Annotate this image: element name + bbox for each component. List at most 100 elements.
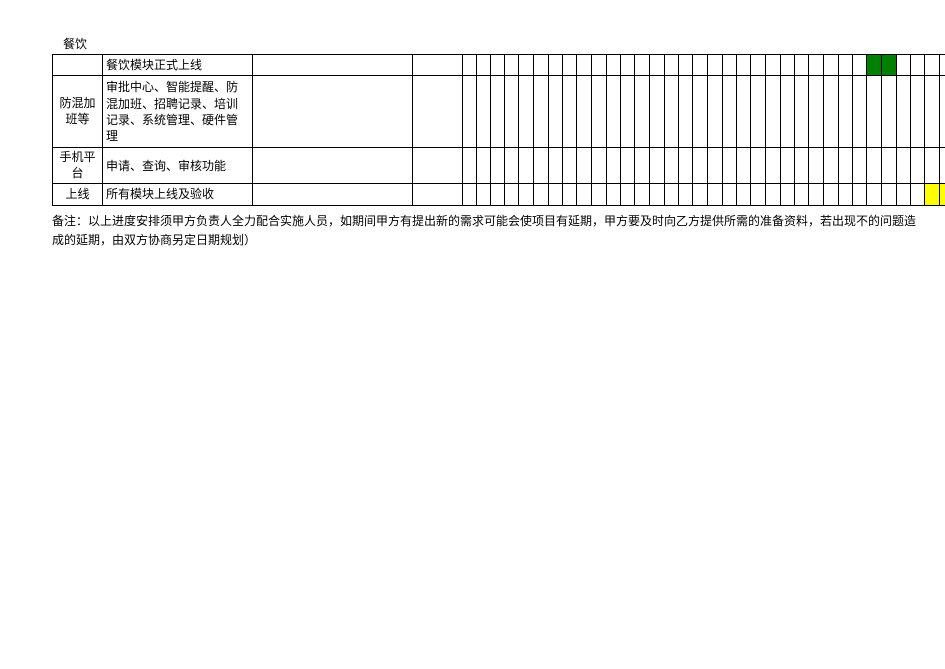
- gantt-cell: [867, 76, 882, 148]
- gantt-cell: [839, 148, 853, 184]
- gantt-table: 餐饮模块正式上线 防混加班等 审批中心、智能提醒、防混加班、招聘记录、培训记录、…: [52, 54, 945, 206]
- gantt-cell: [839, 184, 853, 205]
- gantt-cell: [897, 76, 911, 148]
- gantt-cell: [853, 184, 867, 205]
- gantt-cell: [809, 76, 824, 148]
- gantt-cell: [577, 148, 592, 184]
- gantt-cell: [635, 184, 650, 205]
- gantt-cell: [563, 148, 577, 184]
- cell-empty: [413, 184, 463, 205]
- gantt-cell: [708, 55, 723, 76]
- gantt-cell: [491, 184, 505, 205]
- gantt-cell: [607, 76, 621, 148]
- gantt-cell: [592, 76, 607, 148]
- gantt-cell: [534, 148, 549, 184]
- gantt-cell: [853, 55, 867, 76]
- gantt-cell: [563, 55, 577, 76]
- gantt-cell: [925, 148, 940, 184]
- gantt-cell: [925, 55, 940, 76]
- gantt-cell: [723, 148, 737, 184]
- table-row: 防混加班等 审批中心、智能提醒、防混加班、招聘记录、培训记录、系统管理、硬件管理: [53, 76, 945, 148]
- gantt-cell: [679, 148, 693, 184]
- cell-task: 申请、查询、审核功能: [103, 148, 253, 184]
- gantt-cell: [737, 76, 751, 148]
- gantt-cell: [766, 148, 781, 184]
- gantt-cell: [867, 184, 882, 205]
- cell-category: 手机平台: [53, 148, 103, 184]
- gantt-cell: [477, 184, 491, 205]
- gantt-cell: [809, 148, 824, 184]
- gantt-cell: [665, 184, 679, 205]
- gantt-cell: [549, 55, 563, 76]
- gantt-cell: [505, 148, 519, 184]
- gantt-cell: [491, 55, 505, 76]
- gantt-cell: [751, 148, 766, 184]
- gantt-cell: [693, 184, 708, 205]
- gantt-cell: [795, 184, 809, 205]
- gantt-cell: [621, 55, 635, 76]
- cell-empty: [253, 76, 413, 148]
- gantt-cell: [679, 76, 693, 148]
- gantt-cell: [911, 76, 925, 148]
- cell-empty: [253, 55, 413, 76]
- gantt-cell-filled: [867, 55, 882, 76]
- gantt-cell: [592, 148, 607, 184]
- table-row: 上线 所有模块上线及验收: [53, 184, 945, 205]
- gantt-cell: [577, 184, 592, 205]
- gantt-cell: [781, 184, 795, 205]
- gantt-cell: [679, 55, 693, 76]
- gantt-cell: [650, 55, 665, 76]
- gantt-cell: [650, 148, 665, 184]
- gantt-cell: [897, 184, 911, 205]
- gantt-cell: [708, 148, 723, 184]
- cell-empty: [413, 55, 463, 76]
- table-row: 餐饮模块正式上线: [53, 55, 945, 76]
- gantt-cell: [665, 55, 679, 76]
- gantt-cell: [477, 55, 491, 76]
- gantt-cell: [737, 148, 751, 184]
- gantt-cell: [766, 55, 781, 76]
- gantt-cell: [723, 184, 737, 205]
- gantt-cell: [519, 184, 534, 205]
- gantt-cell: [519, 55, 534, 76]
- gantt-cell: [577, 55, 592, 76]
- gantt-cell: [534, 184, 549, 205]
- gantt-cell: [463, 148, 477, 184]
- gantt-cell: [477, 148, 491, 184]
- gantt-cell: [897, 148, 911, 184]
- footer-note: 备注：以上进度安排须甲方负责人全力配合实施人员，如期间甲方有提出新的需求可能会使…: [52, 212, 922, 252]
- gantt-cell: [824, 148, 839, 184]
- gantt-cell: [751, 184, 766, 205]
- gantt-cell: [534, 76, 549, 148]
- gantt-cell: [853, 148, 867, 184]
- gantt-cell: [635, 55, 650, 76]
- table-row: 手机平台 申请、查询、审核功能: [53, 148, 945, 184]
- gantt-cell: [592, 184, 607, 205]
- gantt-cell: [940, 76, 945, 148]
- gantt-cell: [607, 55, 621, 76]
- gantt-cell: [621, 148, 635, 184]
- gantt-cell: [621, 76, 635, 148]
- gantt-cell: [911, 184, 925, 205]
- gantt-cell: [940, 148, 945, 184]
- gantt-cell: [549, 184, 563, 205]
- gantt-cell: [708, 184, 723, 205]
- gantt-cell: [635, 76, 650, 148]
- gantt-cell: [505, 76, 519, 148]
- gantt-cell: [911, 55, 925, 76]
- gantt-cell: [781, 55, 795, 76]
- gantt-cell: [693, 148, 708, 184]
- cell-empty: [413, 148, 463, 184]
- gantt-cell: [795, 55, 809, 76]
- gantt-cell-filled: [882, 55, 897, 76]
- gantt-cell: [897, 55, 911, 76]
- gantt-cell: [824, 76, 839, 148]
- gantt-cell: [650, 184, 665, 205]
- gantt-cell: [766, 184, 781, 205]
- cell-category: 防混加班等: [53, 76, 103, 148]
- gantt-cell: [795, 148, 809, 184]
- gantt-cell: [781, 148, 795, 184]
- gantt-cell: [867, 148, 882, 184]
- cell-empty: [253, 184, 413, 205]
- page: 餐饮 餐饮模块正式上线: [0, 0, 945, 251]
